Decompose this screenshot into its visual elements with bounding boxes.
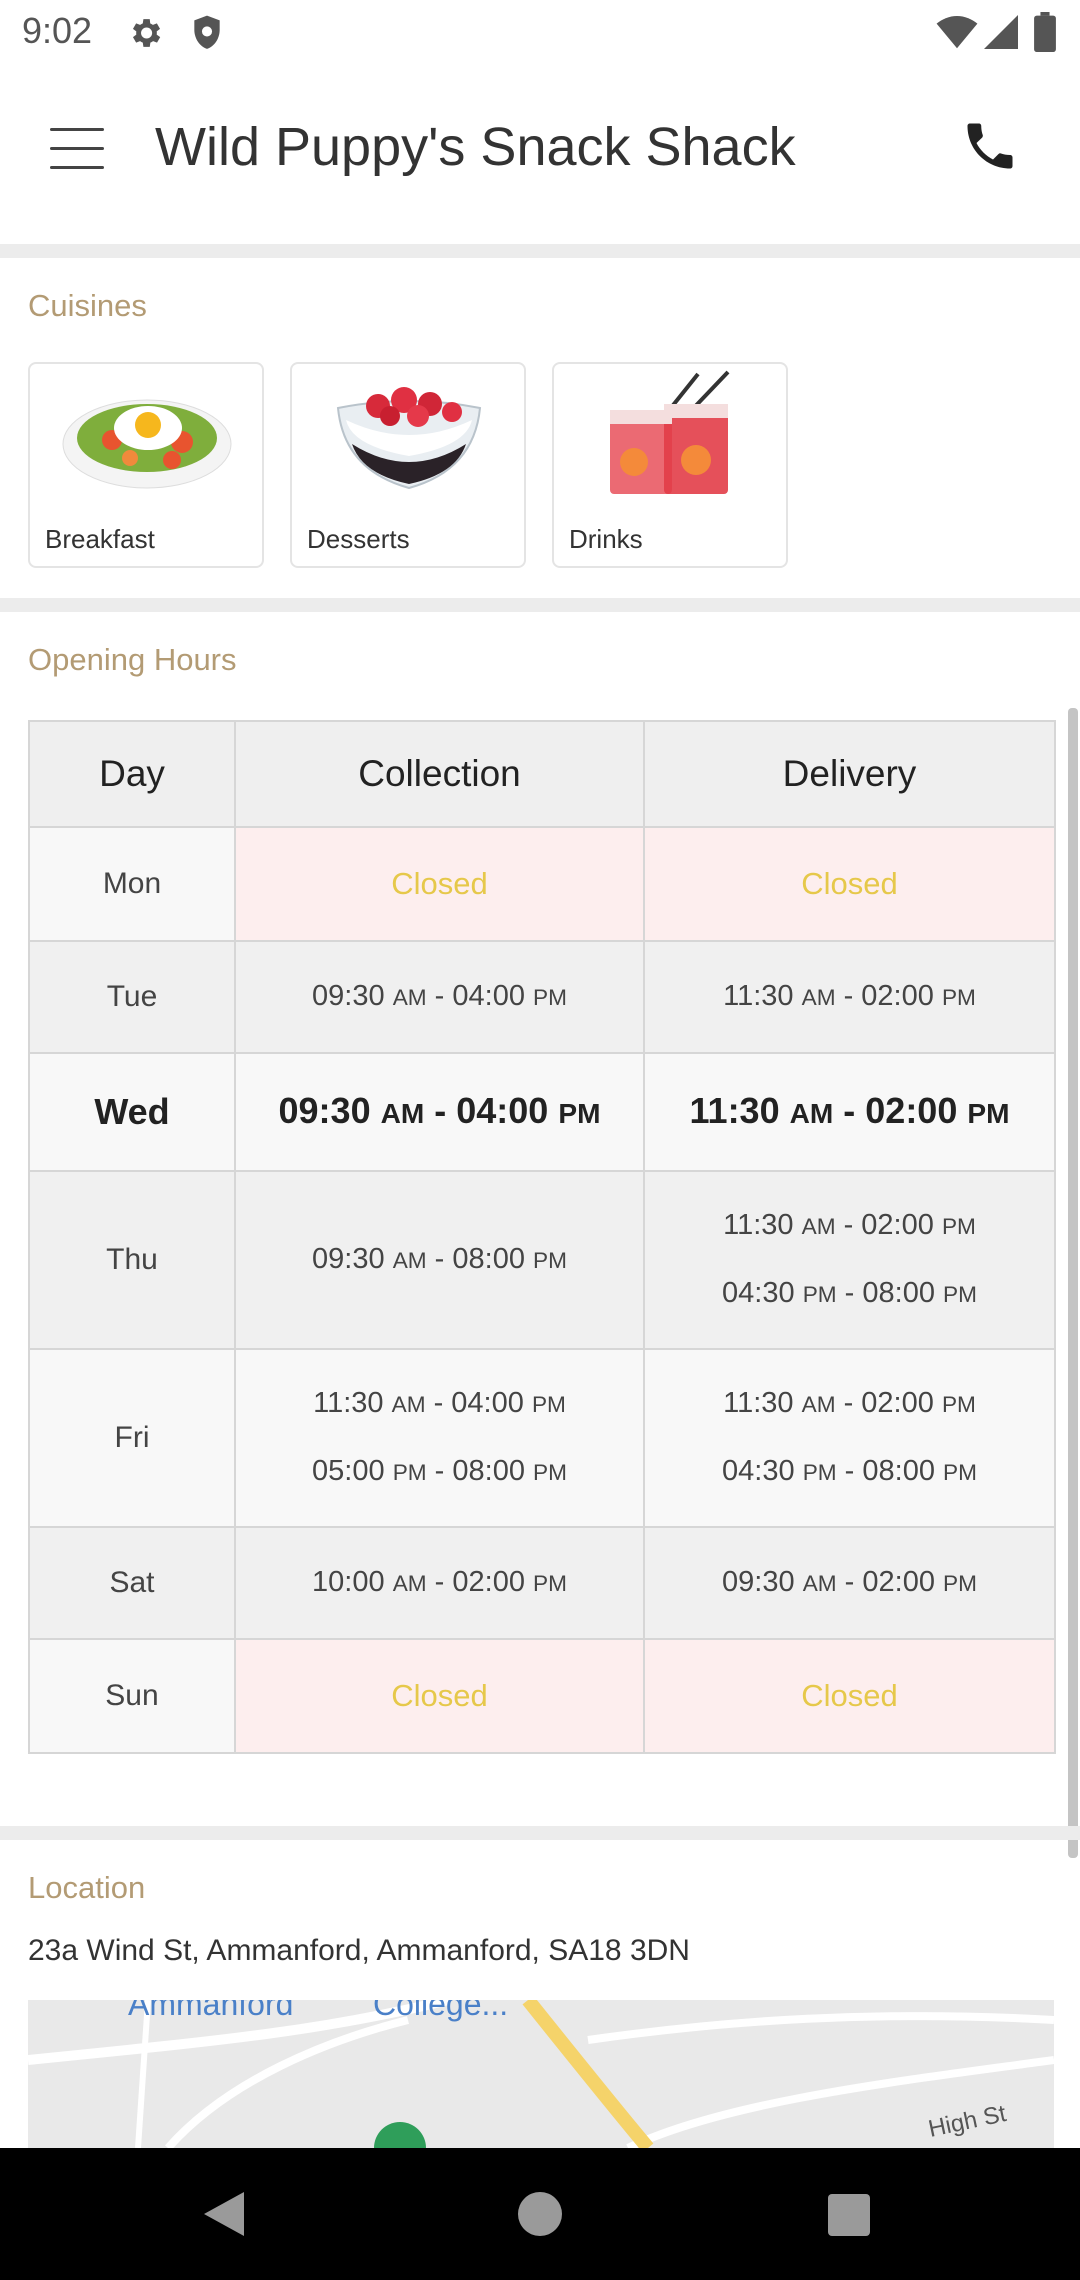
delivery-cell: Closed xyxy=(643,826,1056,942)
hours-row-sat: Sat 10:00 AM - 02:00 PM 09:30 AM - 02:00 P… xyxy=(28,1526,1056,1640)
system-nav-bar xyxy=(0,2148,1080,2280)
delivery-cell: 11:30 AM - 02:00 PM 04:30 PM - 08:00 PM xyxy=(643,1170,1056,1350)
battery-icon xyxy=(1034,12,1056,52)
collection-cell: 09:30 AM - 04:00 PM xyxy=(234,940,645,1054)
app-bar: Wild Puppy's Snack Shack xyxy=(0,66,1080,244)
collection-time-range: 09:30 AM - 04:00 PM xyxy=(278,1089,601,1131)
day-cell: Sun xyxy=(28,1638,236,1754)
phone-call-icon[interactable] xyxy=(960,116,1020,176)
location-map[interactable]: Ammanford College... High St xyxy=(28,2000,1054,2148)
hours-row-wed: Wed 09:30 AM - 04:00 PM 11:30 AM - 02:00 P… xyxy=(28,1052,1056,1172)
breakfast-plate-image xyxy=(62,399,232,489)
wifi-icon xyxy=(936,16,978,49)
delivery-cell: 11:30 AM - 02:00 PM 04:30 PM - 08:00 PM xyxy=(643,1348,1056,1528)
day-cell: Wed xyxy=(28,1052,236,1172)
delivery-time-range: 09:30 AM - 02:00 PM xyxy=(722,1566,977,1598)
delivery-time-range: Closed xyxy=(801,866,898,901)
divider xyxy=(0,244,1080,258)
divider xyxy=(0,598,1080,612)
restaurant-title: Wild Puppy's Snack Shack xyxy=(155,117,796,177)
collection-time-range: 05:00 PM - 08:00 PM xyxy=(312,1455,567,1487)
hours-row-mon: Mon Closed Closed xyxy=(28,826,1056,942)
collection-cell: 09:30 AM - 04:00 PM xyxy=(234,1052,645,1172)
day-cell: Sat xyxy=(28,1526,236,1640)
dessert-bowl-image xyxy=(336,387,482,490)
drinks-glasses-image xyxy=(610,370,730,494)
home-icon[interactable] xyxy=(518,2192,562,2236)
status-bar: 9:02 xyxy=(0,0,1080,66)
status-time: 9:02 xyxy=(22,10,93,51)
delivery-time-range: Closed xyxy=(801,1678,898,1713)
scrollbar[interactable] xyxy=(1068,708,1078,1858)
delivery-cell: 11:30 AM - 02:00 PM xyxy=(643,940,1056,1054)
collection-time-range: 11:30 AM - 04:00 PM xyxy=(313,1387,566,1419)
delivery-cell: 11:30 AM - 02:00 PM xyxy=(643,1052,1056,1172)
collection-cell: Closed xyxy=(234,1638,645,1754)
delivery-time-range: 11:30 AM - 02:00 PM xyxy=(723,980,976,1012)
divider xyxy=(0,1826,1080,1840)
column-header-collection: Collection xyxy=(234,720,645,828)
collection-cell: Closed xyxy=(234,826,645,942)
delivery-cell: Closed xyxy=(643,1638,1056,1754)
recents-icon[interactable] xyxy=(828,2194,870,2236)
collection-time-range: Closed xyxy=(391,1678,488,1713)
location-address: 23a Wind St, Ammanford, Ammanford, SA18 … xyxy=(28,1934,690,1967)
collection-time-range: Closed xyxy=(391,866,488,901)
cuisine-card-breakfast[interactable]: Breakfast xyxy=(28,362,264,568)
hours-row-tue: Tue 09:30 AM - 04:00 PM 11:30 AM - 02:00 P… xyxy=(28,940,1056,1054)
opening-hours-table: Day Collection Delivery Mon Closed Closed T… xyxy=(28,720,1056,1754)
map-label-college: College... xyxy=(373,2000,509,2022)
cuisine-label: Drinks xyxy=(569,524,643,554)
column-header-day: Day xyxy=(28,720,236,828)
delivery-time-range: 11:30 AM - 02:00 PM xyxy=(723,1387,976,1419)
column-header-delivery: Delivery xyxy=(643,720,1056,828)
cuisine-label: Breakfast xyxy=(45,524,155,554)
day-cell: Thu xyxy=(28,1170,236,1350)
hamburger-menu-icon[interactable] xyxy=(50,128,104,170)
back-icon[interactable] xyxy=(204,2192,244,2236)
hours-row-thu: Thu 09:30 AM - 08:00 PM 11:30 AM - 02:00 P… xyxy=(28,1170,1056,1350)
collection-cell: 09:30 AM - 08:00 PM xyxy=(234,1170,645,1350)
collection-time-range: 09:30 AM - 04:00 PM xyxy=(312,980,567,1012)
cuisines-heading: Cuisines xyxy=(28,288,147,323)
collection-time-range: 09:30 AM - 08:00 PM xyxy=(312,1243,567,1275)
signal-icon xyxy=(984,15,1018,49)
day-cell: Mon xyxy=(28,826,236,942)
collection-cell: 10:00 AM - 02:00 PM xyxy=(234,1526,645,1640)
hours-row-fri: Fri 11:30 AM - 04:00 PM 05:00 PM - 08:00 P… xyxy=(28,1348,1056,1528)
delivery-time-range: 11:30 AM - 02:00 PM xyxy=(723,1209,976,1241)
delivery-cell: 09:30 AM - 02:00 PM xyxy=(643,1526,1056,1640)
delivery-time-range: 11:30 AM - 02:00 PM xyxy=(689,1089,1010,1131)
settings-gear-icon xyxy=(132,19,161,47)
cuisine-card-desserts[interactable]: Desserts xyxy=(290,362,526,568)
collection-cell: 11:30 AM - 04:00 PM 05:00 PM - 08:00 PM xyxy=(234,1348,645,1528)
location-heading: Location xyxy=(28,1870,146,1905)
collection-time-range: 10:00 AM - 02:00 PM xyxy=(312,1566,567,1598)
table-header-row: Day Collection Delivery xyxy=(28,720,1056,828)
cuisine-card-drinks[interactable]: Drinks xyxy=(552,362,788,568)
hours-row-sun: Sun Closed Closed xyxy=(28,1638,1056,1754)
day-cell: Tue xyxy=(28,940,236,1054)
map-label-town: Ammanford xyxy=(128,2000,294,2022)
opening-hours-heading: Opening Hours xyxy=(28,642,237,677)
shield-icon xyxy=(194,15,220,49)
day-cell: Fri xyxy=(28,1348,236,1528)
cuisine-label: Desserts xyxy=(307,524,410,554)
delivery-time-range: 04:30 PM - 08:00 PM xyxy=(722,1277,977,1309)
delivery-time-range: 04:30 PM - 08:00 PM xyxy=(722,1455,977,1487)
